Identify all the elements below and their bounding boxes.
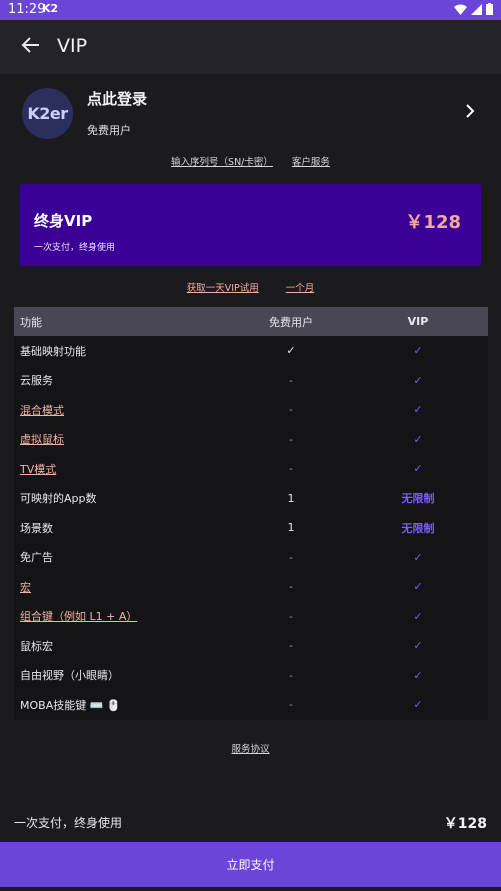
lifetime-vip-card[interactable]: 终身VIP ￥128 一次支付，终身使用: [20, 184, 481, 266]
feature-name: 免广告: [20, 551, 53, 565]
vip-value: ✓: [413, 373, 423, 387]
vip-value: ✓: [413, 432, 423, 446]
vip-value: ✓: [413, 550, 423, 564]
free-value: -: [289, 432, 293, 446]
free-value: -: [289, 550, 293, 564]
vip-value: ✓: [413, 403, 423, 417]
wifi-icon: [454, 4, 467, 15]
table-row: 宏 - ✓: [14, 572, 488, 602]
feature-name: 自由视野（小眼睛）: [20, 669, 119, 683]
feature-name[interactable]: 组合键（例如 L1 + A）: [14, 608, 234, 624]
footer-description: 一次支付，终身使用: [14, 816, 123, 830]
table-row: 鼠标宏 - ✓: [14, 631, 488, 661]
feature-name: 鼠标宏: [20, 639, 53, 653]
app-badge: K2: [42, 2, 59, 15]
free-value: -: [289, 580, 293, 594]
table-row: 场景数 1 无限制: [14, 513, 488, 543]
user-login-row[interactable]: K2er 点此登录 免费用户: [0, 84, 501, 144]
table-row: TV模式 - ✓: [14, 454, 488, 484]
feature-name: 云服务: [20, 374, 53, 388]
table-row: MOBA技能键 ⌨️ 🖱️ - ✓: [14, 690, 488, 720]
table-header: 功能 免费用户 VIP: [14, 307, 488, 336]
vip-value: ✓: [413, 344, 423, 358]
feature-name: 可映射的App数: [20, 492, 97, 506]
table-row: 云服务 - ✓: [14, 366, 488, 396]
serial-link[interactable]: 输入序列号（SN/卡密）: [171, 157, 273, 168]
vip-value: ✓: [413, 639, 423, 653]
free-value: -: [289, 373, 293, 387]
table-row: 自由视野（小眼睛） - ✓: [14, 661, 488, 691]
table-row: 免广告 - ✓: [14, 543, 488, 573]
vip-value: ✓: [413, 462, 423, 476]
vip-value: ✓: [413, 580, 423, 594]
feature-name[interactable]: TV模式: [14, 461, 234, 477]
table-row: 基础映射功能 ✓ ✓: [14, 336, 488, 366]
feature-name[interactable]: 混合模式: [14, 402, 234, 418]
table-row: 组合键（例如 L1 + A） - ✓: [14, 602, 488, 632]
table-row: 虚拟鼠标 - ✓: [14, 425, 488, 455]
trial-link[interactable]: 获取一天VIP试用: [187, 283, 259, 294]
table-row: 可映射的App数 1 无限制: [14, 484, 488, 514]
avatar: K2er: [22, 88, 73, 139]
vip-plan-price: ￥128: [405, 212, 461, 233]
free-value: ✓: [286, 344, 296, 358]
customer-service-link[interactable]: 客户服务: [292, 157, 330, 168]
table-row: 混合模式 - ✓: [14, 395, 488, 425]
free-value: -: [289, 462, 293, 476]
vip-plan-name: 终身VIP: [34, 212, 93, 230]
battery-icon: [486, 3, 493, 15]
feature-comparison-table: 功能 免费用户 VIP 基础映射功能 ✓ ✓ 云服务 - ✓ 混合模式 - ✓ 虚拟鼠标 - ✓ TV模…: [14, 307, 488, 720]
back-arrow-icon[interactable]: [20, 34, 42, 56]
feature-name: 场景数: [20, 521, 53, 535]
system-icons: [454, 3, 493, 15]
vip-value: ✓: [413, 668, 423, 682]
one-month-link[interactable]: 一个月: [286, 283, 315, 294]
page-title: VIP: [57, 35, 88, 57]
free-value: -: [289, 403, 293, 417]
vip-value: 无限制: [401, 521, 435, 535]
free-value: -: [289, 609, 293, 623]
feature-name[interactable]: 虚拟鼠标: [14, 431, 234, 447]
service-agreement-link[interactable]: 服务协议: [0, 741, 501, 755]
user-type: 免费用户: [87, 124, 131, 137]
feature-name: 基础映射功能: [20, 344, 86, 358]
free-value: -: [289, 698, 293, 712]
free-value: -: [289, 639, 293, 653]
feature-name: MOBA技能键 ⌨️ 🖱️: [20, 698, 121, 712]
free-value: 1: [287, 521, 295, 535]
header-vip: VIP: [407, 315, 429, 328]
status-time: 11:29: [8, 2, 46, 17]
header-feature: 功能: [20, 315, 42, 329]
signal-icon: [471, 3, 482, 15]
footer-price: ￥128: [443, 816, 487, 832]
login-prompt: 点此登录: [87, 90, 148, 108]
plan-links: 获取一天VIP试用 一个月: [0, 280, 501, 294]
pay-now-button[interactable]: 立即支付: [0, 842, 501, 887]
vip-value: ✓: [413, 609, 423, 623]
chevron-right-icon: [466, 104, 475, 118]
vip-plan-subtitle: 一次支付，终身使用: [34, 243, 116, 253]
top-links: 输入序列号（SN/卡密） 客户服务: [0, 154, 501, 168]
app-bar: VIP: [0, 20, 501, 74]
header-free: 免费用户: [269, 315, 313, 329]
vip-value: 无限制: [401, 492, 435, 506]
vip-value: ✓: [413, 698, 423, 712]
free-value: 1: [287, 491, 295, 505]
feature-name[interactable]: 宏: [14, 579, 234, 595]
status-bar: 11:29 K2: [0, 0, 501, 20]
free-value: -: [289, 668, 293, 682]
